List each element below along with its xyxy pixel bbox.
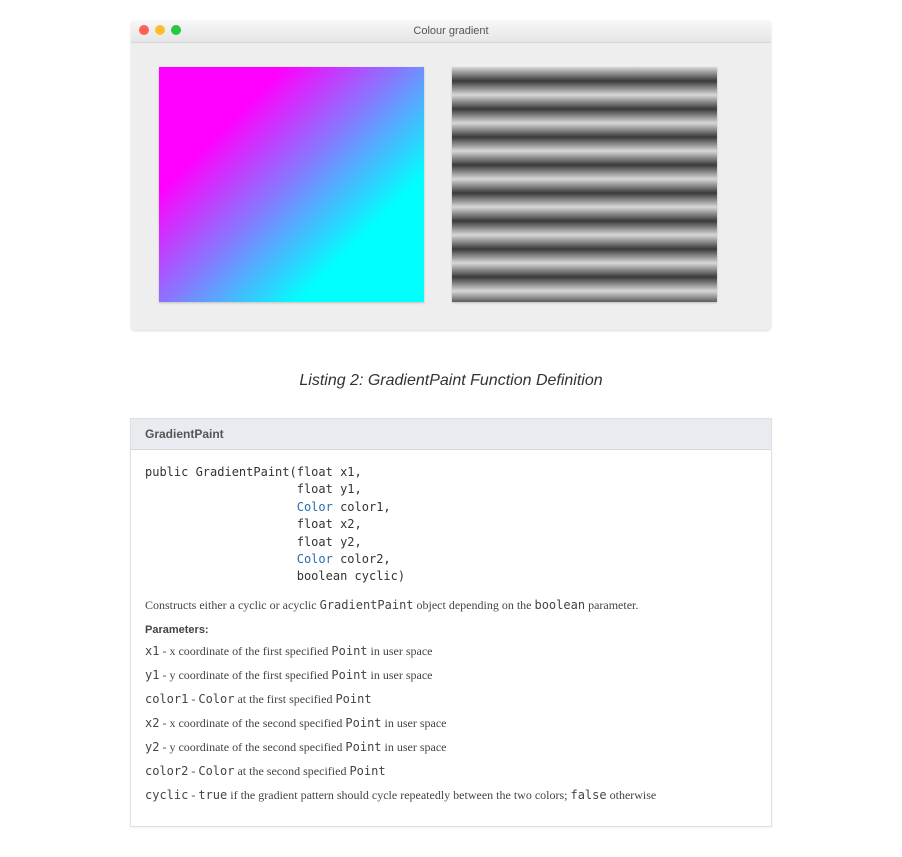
doc-class-name: GradientPaint <box>131 419 771 450</box>
doc-panel: GradientPaint public GradientPaint(float… <box>130 418 772 827</box>
app-window: Colour gradient <box>131 20 771 330</box>
param-doc: color2 - Color at the second specified P… <box>145 762 757 780</box>
param-doc: x2 - x coordinate of the second specifie… <box>145 714 757 732</box>
param-doc: y1 - y coordinate of the first specified… <box>145 666 757 684</box>
gradient-panel-right <box>452 67 717 302</box>
param-doc-list: x1 - x coordinate of the first specified… <box>145 642 757 804</box>
doc-description: Constructs either a cyclic or acyclic Gr… <box>145 596 757 614</box>
doc-body: public GradientPaint(float x1, float y1,… <box>131 450 771 826</box>
window-titlebar: Colour gradient <box>131 20 771 43</box>
minimize-icon[interactable] <box>155 25 165 35</box>
param-doc: color1 - Color at the first specified Po… <box>145 690 757 708</box>
params-heading: Parameters: <box>145 624 757 636</box>
window-body <box>131 43 771 330</box>
close-icon[interactable] <box>139 25 149 35</box>
param-doc: y2 - y coordinate of the second specifie… <box>145 738 757 756</box>
maximize-icon[interactable] <box>171 25 181 35</box>
param-doc: cyclic - true if the gradient pattern sh… <box>145 786 757 804</box>
param-doc: x1 - x coordinate of the first specified… <box>145 642 757 660</box>
listing-caption: Listing 2: GradientPaint Function Defini… <box>0 372 902 390</box>
window-controls <box>139 25 181 35</box>
constructor-signature: public GradientPaint(float x1, float y1,… <box>145 464 757 586</box>
window-title: Colour gradient <box>413 25 488 37</box>
gradient-panel-left <box>159 67 424 302</box>
